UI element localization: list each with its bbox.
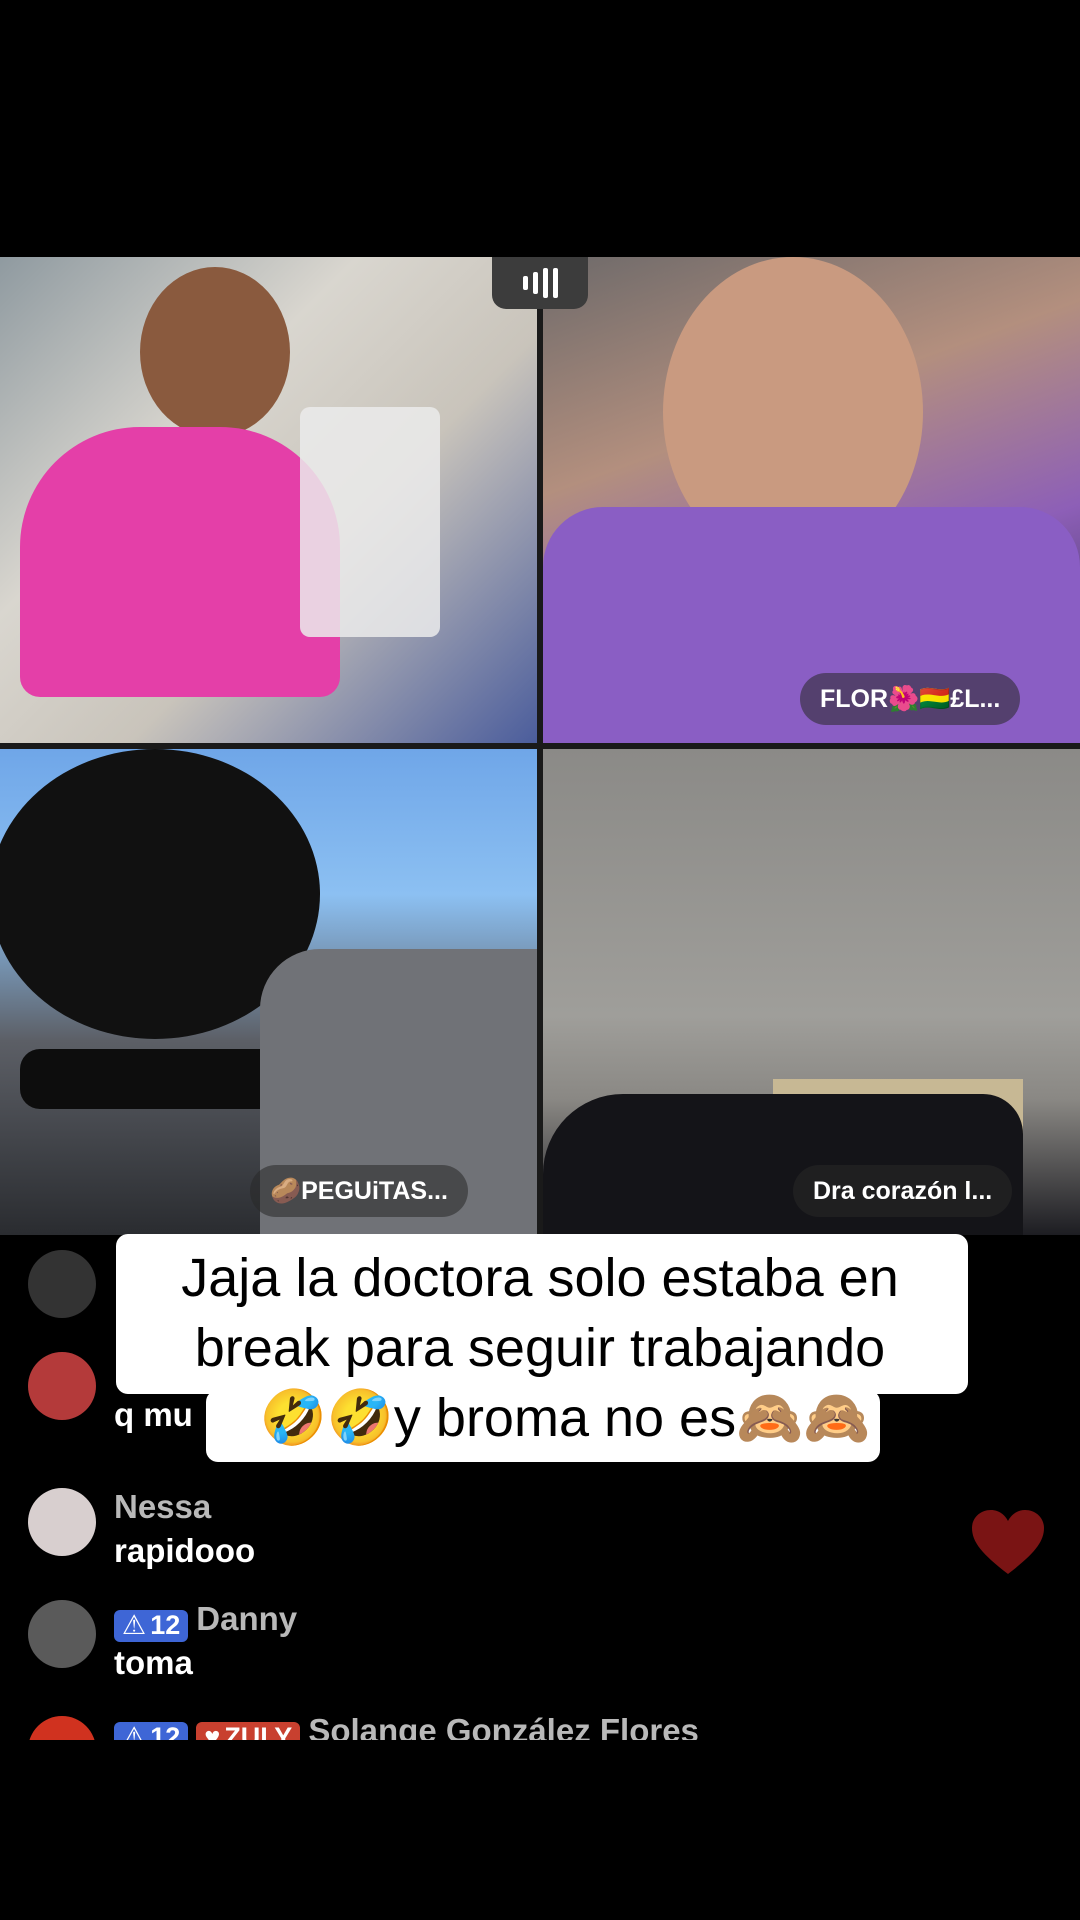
guest-tile-1[interactable] bbox=[0, 257, 537, 743]
chat-username[interactable]: Danny bbox=[196, 1600, 297, 1637]
guest-face bbox=[140, 267, 290, 437]
level-badge-icon: ⚠ bbox=[122, 1722, 147, 1740]
caption-line-2: break para seguir trabajando bbox=[194, 1318, 886, 1378]
chat-message-text: toma bbox=[114, 1644, 193, 1681]
chat-message: ⚠ 12 Danny toma bbox=[28, 1600, 928, 1690]
avatar[interactable] bbox=[28, 1488, 96, 1556]
level-badge[interactable]: ⚠ 12 bbox=[114, 1721, 189, 1740]
chat-username[interactable]: Nessa bbox=[114, 1488, 211, 1526]
guest-clothing bbox=[20, 427, 340, 697]
avatar[interactable] bbox=[28, 1600, 96, 1668]
fan-club-badge[interactable]: ♥ ZULY bbox=[196, 1721, 301, 1740]
heart-icon: ♥ bbox=[204, 1722, 221, 1740]
caption-line-3: 🤣🤣y broma no es🙈🙈 bbox=[259, 1388, 871, 1448]
guest-name-label[interactable]: 🥔PEGUiTAS... bbox=[250, 1165, 468, 1217]
chat-message-text: rapidooo bbox=[114, 1532, 256, 1569]
chat-message: ⚠ 12 ♥ ZULY Solange González Flores bbox=[28, 1712, 928, 1740]
guest-name-label[interactable]: FLOR🌺🇧🇴£L... bbox=[800, 673, 1021, 725]
guest-tile-2[interactable]: FLOR🌺🇧🇴£L... bbox=[543, 257, 1080, 743]
caption-line-1: Jaja la doctora solo estaba en bbox=[181, 1248, 899, 1308]
guest-tile-4[interactable]: Dra corazón l... bbox=[543, 749, 1080, 1235]
guest-tile-3[interactable]: 🥔PEGUiTAS... bbox=[0, 749, 537, 1235]
bottom-area bbox=[0, 1740, 1080, 1920]
avatar[interactable] bbox=[28, 1716, 96, 1740]
chat-username[interactable]: Solange González Flores bbox=[308, 1712, 699, 1740]
video-grid: FLOR🌺🇧🇴£L... 🥔PEGUiTAS... Dra corazón l.… bbox=[0, 257, 1080, 1235]
held-container bbox=[300, 407, 440, 637]
audio-level-icon[interactable] bbox=[492, 257, 588, 309]
chat-message: Nessa rapidooo bbox=[28, 1488, 928, 1578]
level-badge-icon: ⚠ bbox=[122, 1610, 147, 1641]
heart-icon[interactable] bbox=[972, 1510, 1044, 1576]
level-badge[interactable]: ⚠ 12 bbox=[114, 1609, 189, 1642]
guest-name-label[interactable]: Dra corazón l... bbox=[793, 1165, 1013, 1217]
